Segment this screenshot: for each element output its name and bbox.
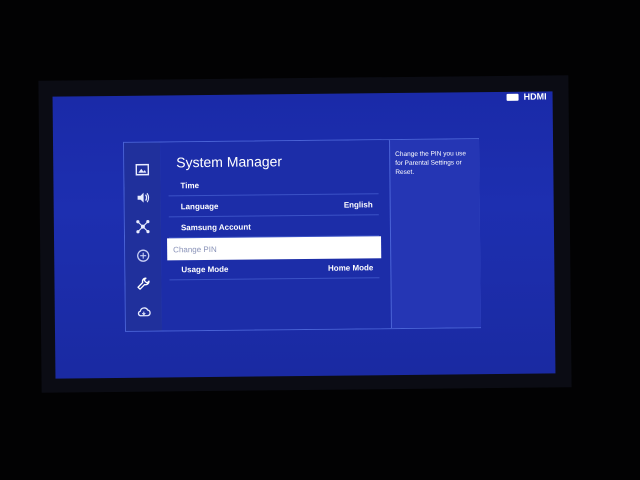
connection-icon[interactable]	[134, 218, 152, 236]
source-indicator: HDMI	[506, 91, 547, 102]
menu-item-label: Usage Mode	[181, 264, 229, 275]
menu-item-time[interactable]: Time	[168, 174, 379, 197]
menu-item-label: Language	[180, 201, 219, 212]
broadcasting-icon[interactable]	[134, 247, 152, 265]
menu-item-value: English	[343, 200, 373, 210]
support-wrench-icon[interactable]	[134, 275, 152, 293]
help-text: Change the PIN you use for Parental Sett…	[395, 150, 467, 177]
picture-icon[interactable]	[133, 161, 151, 179]
menu-item-usage-mode[interactable]: Usage Mode Home Mode	[169, 258, 380, 281]
sound-icon[interactable]	[134, 189, 152, 207]
cloud-icon[interactable]	[135, 303, 153, 321]
menu-item-label: Time	[180, 181, 200, 191]
menu-item-samsung-account[interactable]: Samsung Account	[168, 216, 380, 239]
input-source-icon	[506, 93, 519, 101]
system-manager-menu: System Manager Time Language English Sam…	[160, 140, 390, 331]
settings-panel: System Manager Time Language English Sam…	[123, 138, 481, 332]
page-title: System Manager	[176, 153, 283, 171]
menu-item-language[interactable]: Language English	[168, 195, 379, 218]
tv-screen: HDMI System Manager Time Language Englis…	[52, 91, 556, 379]
menu-item-label: Change PIN	[173, 244, 217, 254]
menu-item-value: Home Mode	[327, 263, 374, 273]
source-label: HDMI	[523, 91, 547, 102]
category-rail	[124, 142, 163, 331]
menu-item-label: Samsung Account	[180, 222, 251, 233]
help-pane: Change the PIN you use for Parental Sett…	[389, 139, 481, 329]
menu-item-change-pin[interactable]: Change PIN	[167, 236, 382, 261]
